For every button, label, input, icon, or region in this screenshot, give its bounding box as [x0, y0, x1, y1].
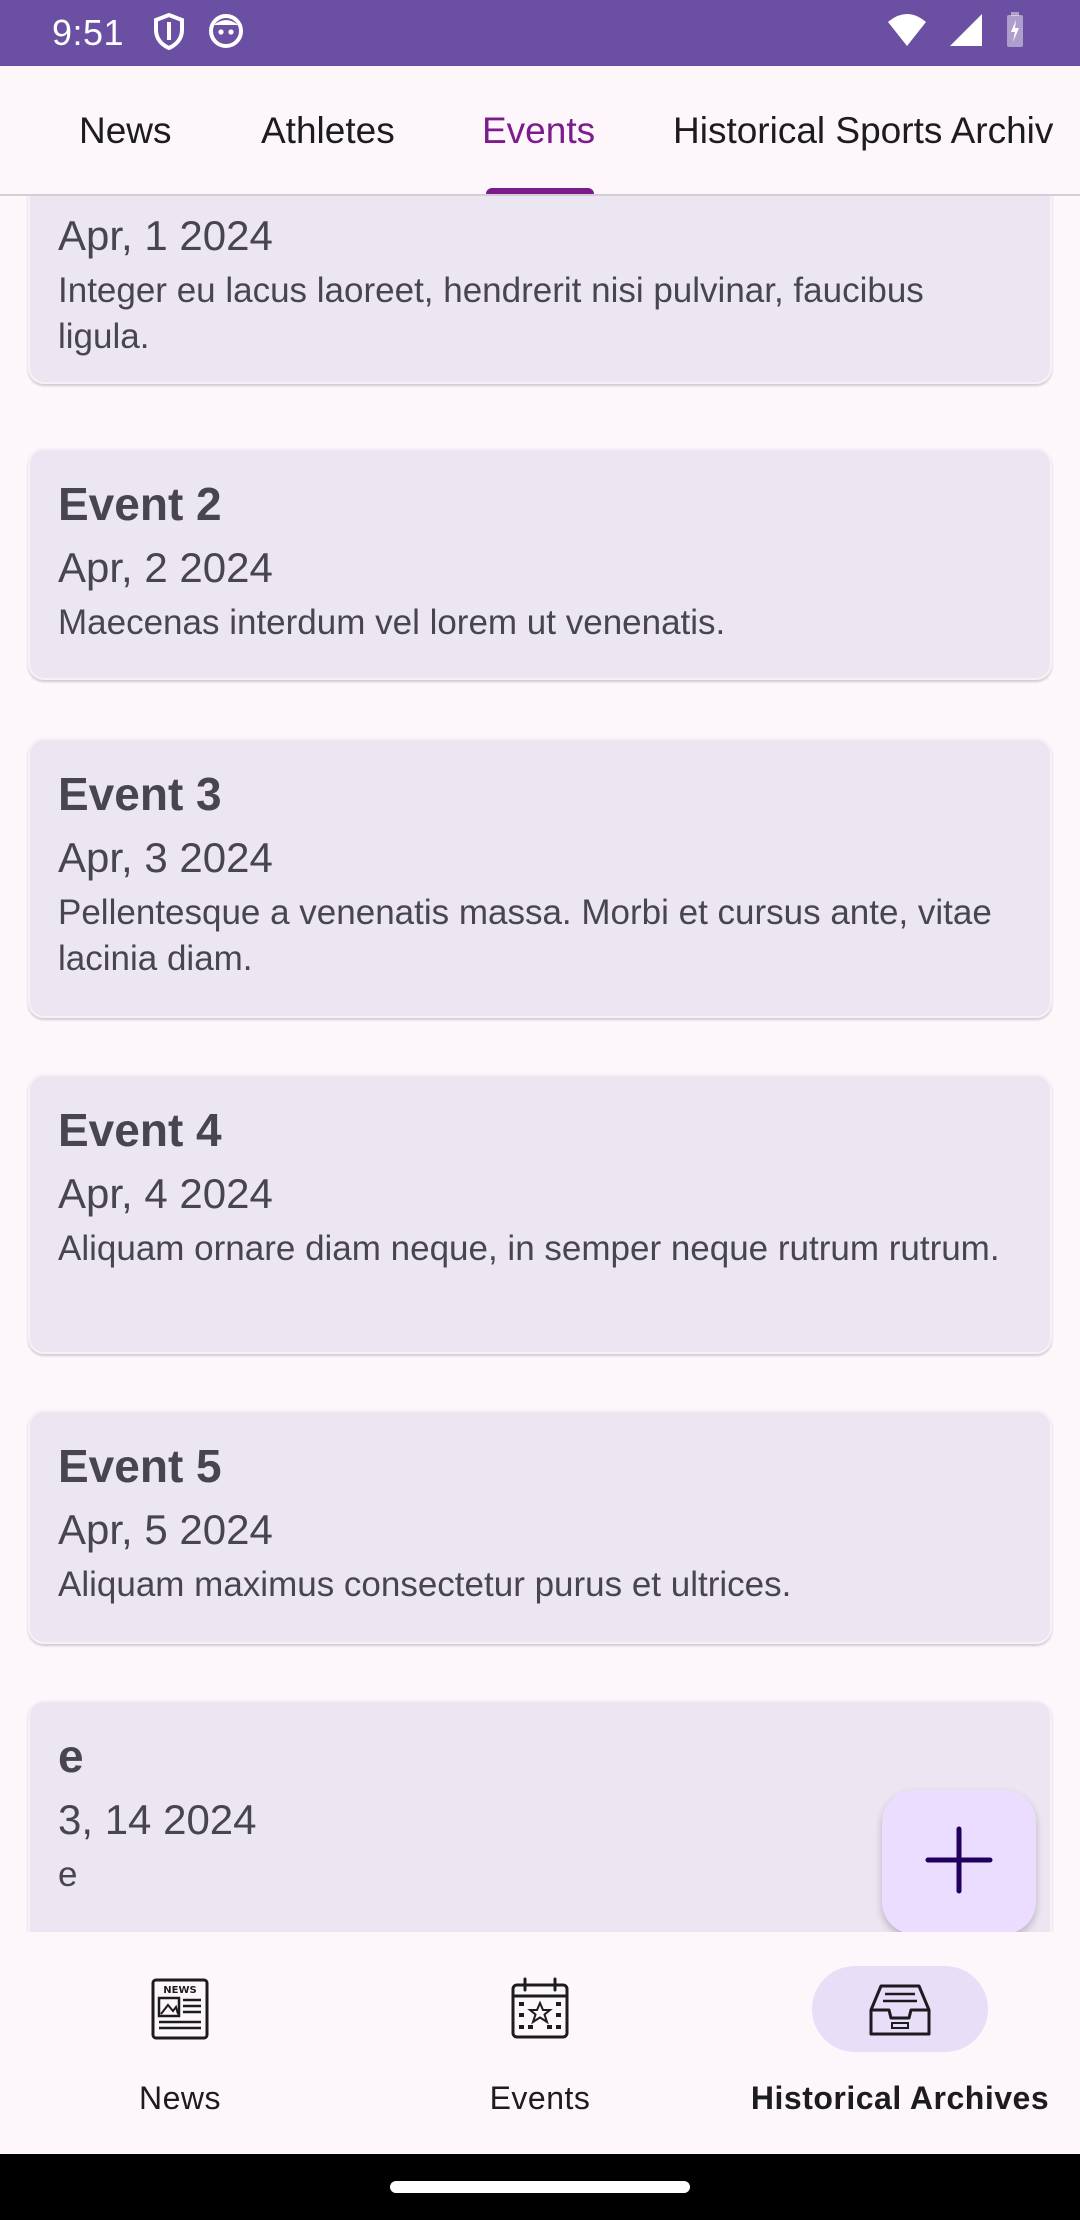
- top-tab-bar: News Athletes Events Historical Sports A…: [0, 66, 1080, 196]
- add-event-button[interactable]: [882, 1790, 1036, 1934]
- event-list[interactable]: Apr, 1 2024 Integer eu lacus laoreet, he…: [0, 196, 1080, 1932]
- event-date: Apr, 4 2024: [58, 1170, 273, 1217]
- nav-item-news[interactable]: NEWS News: [0, 1932, 360, 2154]
- svg-text:NEWS: NEWS: [163, 1985, 196, 1996]
- event-title: Event 4: [58, 1104, 222, 1156]
- event-card[interactable]: Event 4 Apr, 4 2024 Aliquam ornare diam …: [28, 1074, 1052, 1354]
- calendar-icon: [507, 1976, 573, 2042]
- event-date: Apr, 3 2024: [58, 834, 273, 881]
- newspaper-icon: NEWS: [147, 1976, 213, 2042]
- event-title: Event 5: [58, 1440, 222, 1492]
- shield-icon: [152, 12, 186, 55]
- archive-box-icon: [867, 1976, 933, 2042]
- tab-athletes[interactable]: Athletes: [261, 66, 395, 194]
- status-time: 9:51: [52, 12, 125, 53]
- nav-label-news: News: [138, 2080, 221, 2116]
- plus-icon: [924, 1825, 994, 1900]
- gesture-navigation-bar: [0, 2154, 1080, 2220]
- nav-item-historical-archives[interactable]: Historical Archives: [720, 1932, 1080, 2154]
- screen: 9:51 News Athletes Events Historical Spo…: [0, 0, 1080, 2220]
- event-description: Aliquam ornare diam neque, in semper neq…: [58, 1229, 1000, 1268]
- wifi-icon: [886, 12, 928, 53]
- event-description: Pellentesque a venenatis massa. Morbi et…: [58, 893, 992, 978]
- event-description: Maecenas interdum vel lorem ut venenatis…: [58, 603, 726, 642]
- home-gesture-handle[interactable]: [390, 2181, 690, 2193]
- tab-news[interactable]: News: [79, 66, 172, 194]
- event-card[interactable]: Apr, 1 2024 Integer eu lacus laoreet, he…: [28, 196, 1052, 384]
- event-description: e: [58, 1855, 78, 1894]
- event-description: Integer eu lacus laoreet, hendrerit nisi…: [58, 271, 924, 356]
- status-bar: 9:51: [0, 0, 1080, 66]
- nav-label-historical-archives: Historical Archives: [750, 2080, 1050, 2116]
- event-date: Apr, 2 2024: [58, 544, 273, 591]
- event-date: 3, 14 2024: [58, 1796, 257, 1843]
- event-title: Event 2: [58, 478, 222, 530]
- event-card[interactable]: Event 5 Apr, 5 2024 Aliquam maximus cons…: [28, 1410, 1052, 1644]
- event-title: e: [58, 1730, 84, 1782]
- event-date: Apr, 1 2024: [58, 212, 273, 259]
- tab-indicator: [486, 188, 594, 194]
- event-date: Apr, 5 2024: [58, 1506, 273, 1553]
- bottom-navigation: NEWS News Events Historical Archives: [0, 1932, 1080, 2154]
- nav-label-events: Events: [489, 2080, 591, 2116]
- nav-item-events[interactable]: Events: [360, 1932, 720, 2154]
- tab-historical-sports-archives[interactable]: Historical Sports Archiv: [673, 66, 1053, 194]
- event-card[interactable]: Event 2 Apr, 2 2024 Maecenas interdum ve…: [28, 448, 1052, 680]
- android-face-icon: [208, 13, 244, 54]
- event-description: Aliquam maximus consectetur purus et ult…: [58, 1565, 792, 1604]
- event-title: Event 3: [58, 768, 222, 820]
- event-card[interactable]: Event 3 Apr, 3 2024 Pellentesque a venen…: [28, 738, 1052, 1018]
- battery-icon: [1004, 12, 1026, 53]
- signal-icon: [948, 12, 984, 53]
- tab-events[interactable]: Events: [482, 66, 595, 194]
